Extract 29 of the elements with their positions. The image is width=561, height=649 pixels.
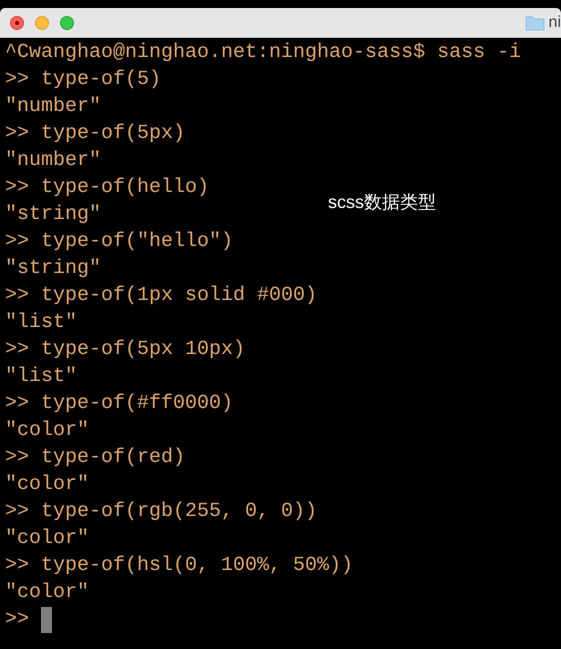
- terminal-line: "list": [5, 310, 78, 336]
- terminal-line: ^Cwanghao@ninghao.net:ninghao-sass$ sass -i: [5, 40, 522, 66]
- terminal-line: >> type-of(5px 10px): [5, 337, 246, 363]
- terminal-line: >> type-of(5px): [5, 121, 186, 147]
- close-button[interactable]: [10, 16, 24, 30]
- cursor: [41, 606, 52, 632]
- terminal-line: "string": [5, 202, 102, 228]
- window-title: ni: [548, 14, 561, 30]
- zoom-button[interactable]: [60, 16, 74, 30]
- terminal-line: >> type-of("hello"): [5, 229, 234, 255]
- terminal-line: "color": [5, 418, 90, 444]
- prompt: >>: [5, 607, 30, 633]
- terminal-line: >> type-of(hsl(0, 100%, 50%)): [5, 553, 354, 579]
- terminal-line: "list": [5, 364, 78, 390]
- terminal-line: "color": [5, 472, 90, 498]
- terminal-line: >> type-of(red): [5, 445, 186, 471]
- terminal-line: >> type-of(1px solid #000): [5, 283, 318, 309]
- terminal-line: "number": [5, 94, 102, 120]
- folder-icon: [524, 14, 545, 30]
- terminal-line: >> type-of(rgb(255, 0, 0)): [5, 499, 318, 525]
- terminal-line: "color": [5, 580, 90, 606]
- minimize-button[interactable]: [35, 16, 49, 30]
- terminal-line: "string": [5, 256, 102, 282]
- caption: scss数据类型: [328, 191, 436, 214]
- terminal-line: >> type-of(#ff0000): [5, 391, 234, 417]
- terminal-line: >> type-of(hello): [5, 175, 210, 201]
- terminal-line: >> type-of(5): [5, 67, 162, 93]
- terminal-line: "number": [5, 148, 102, 174]
- terminal-line: "color": [5, 526, 90, 552]
